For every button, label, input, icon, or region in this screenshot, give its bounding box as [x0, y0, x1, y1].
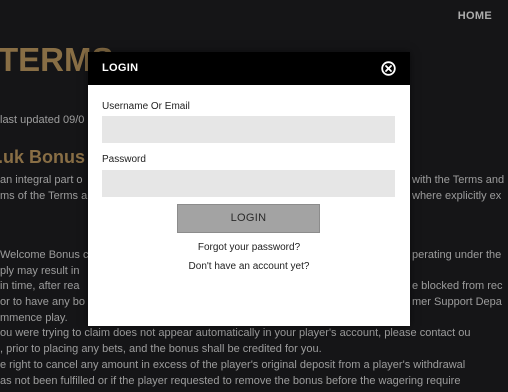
username-input[interactable] — [102, 116, 395, 143]
login-button[interactable]: LOGIN — [177, 204, 320, 233]
username-label: Username Or Email — [102, 101, 190, 112]
password-input[interactable] — [102, 170, 395, 197]
login-modal: LOGIN Username Or Email Password LOGIN F… — [88, 52, 410, 326]
signup-link[interactable]: Don't have an account yet? — [88, 261, 410, 272]
forgot-password-link[interactable]: Forgot your password? — [88, 242, 410, 253]
modal-title: LOGIN — [102, 62, 139, 74]
password-label: Password — [102, 154, 146, 165]
modal-header: LOGIN — [88, 52, 410, 85]
close-icon[interactable] — [381, 61, 396, 76]
